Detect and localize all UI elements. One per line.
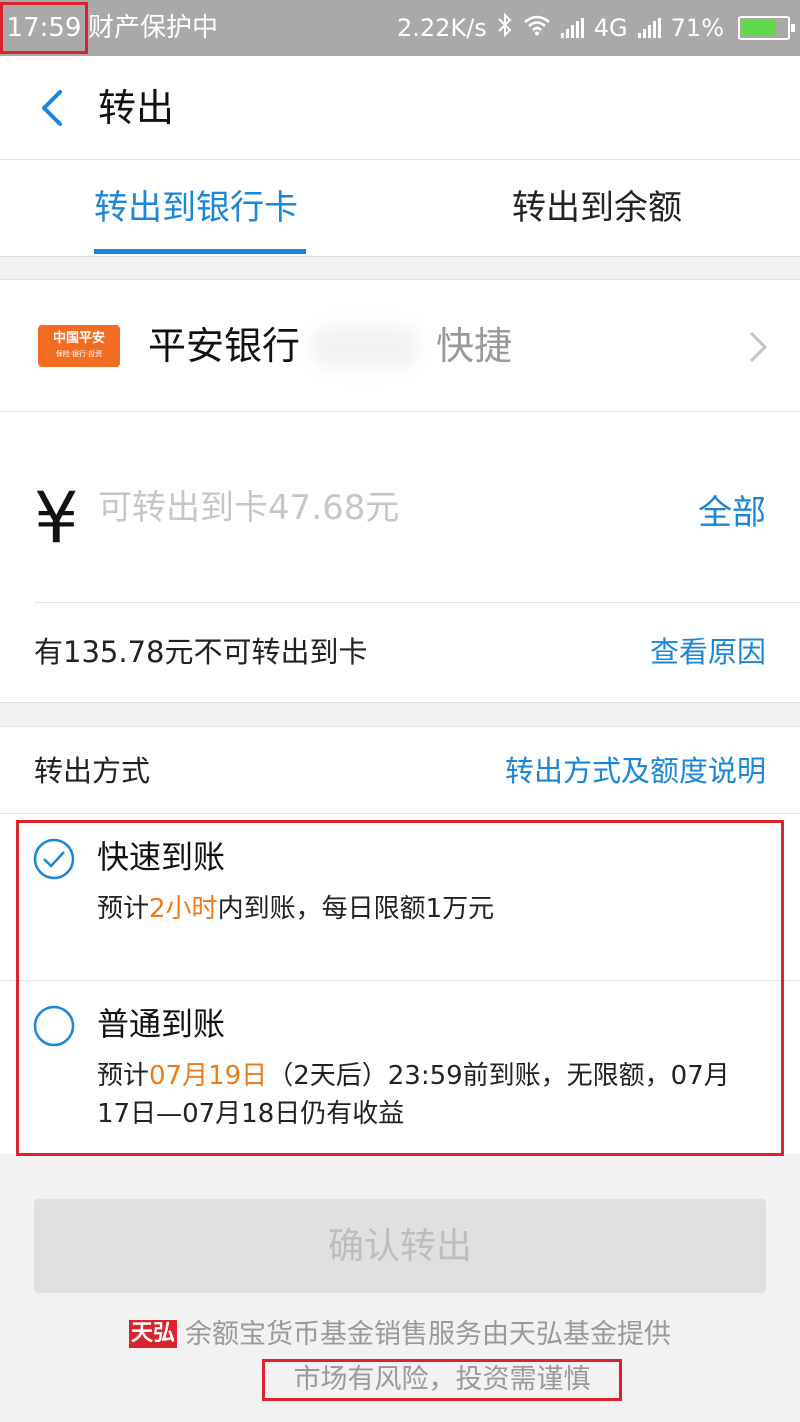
signal-icon: [560, 18, 584, 38]
page-title: 转出: [98, 86, 175, 130]
fund-disclaimer: 天弘 余额宝货币基金销售服务由天弘基金提供: [0, 1315, 800, 1355]
status-time: 17:59: [0, 2, 88, 54]
nav-header: 转出: [0, 56, 800, 160]
active-tab-indicator: [94, 249, 306, 254]
chevron-right-icon: [749, 331, 768, 363]
option-description: 预计2小时内到账，每日限额1万元: [97, 894, 495, 924]
tab-to-bank-card[interactable]: 转出到银行卡: [94, 160, 298, 257]
fund-service-text: 余额宝货币基金销售服务由天弘基金提供: [185, 1319, 671, 1350]
bank-card-type: 快捷: [436, 324, 513, 368]
transfer-method-label: 转出方式: [34, 754, 151, 788]
checked-circle-icon[interactable]: [33, 838, 75, 880]
wifi-icon: [523, 14, 551, 42]
arrival-date-highlight: 07月19日: [149, 1061, 268, 1091]
amount-section: ¥ 全部 有135.78元不可转出到卡 查看原因: [0, 412, 800, 703]
option-title: 普通到账: [97, 1005, 226, 1043]
tab-to-balance[interactable]: 转出到余额: [512, 160, 682, 257]
risk-warning: 市场有风险，投资需谨慎: [262, 1359, 622, 1401]
option-title: 快速到账: [97, 838, 226, 876]
confirm-transfer-button[interactable]: 确认转出: [34, 1199, 766, 1293]
option-description: 预计07月19日（2天后）23:59前到账，无限额，07月17日—07月18日仍…: [97, 1061, 730, 1129]
ping-an-logo: 中国平安 保险·银行·投资: [38, 325, 120, 367]
yen-symbol: ¥: [34, 477, 79, 559]
transfer-method-header: 转出方式 转出方式及额度说明: [0, 726, 800, 814]
signal-icon-2: [637, 18, 661, 38]
bluetooth-icon: [497, 12, 513, 44]
unchecked-circle-icon[interactable]: [33, 1005, 75, 1047]
battery-percent: 71%: [670, 14, 724, 42]
battery-icon: [738, 16, 795, 40]
tianhong-logo: 天弘: [128, 1320, 177, 1348]
status-notice: 财产保护中: [88, 13, 219, 43]
tab-bar: 转出到银行卡 转出到余额: [0, 160, 800, 257]
bank-name: 平安银行: [148, 324, 301, 368]
arrival-time-highlight: 2小时: [149, 894, 218, 924]
network-type: 4G: [593, 14, 628, 42]
option-normal-arrival[interactable]: 普通到账 预计07月19日（2天后）23:59前到账，无限额，07月17日—07…: [0, 980, 800, 1154]
bank-card-selector[interactable]: 中国平安 保险·银行·投资 平安银行 快捷: [0, 279, 800, 412]
chevron-left-icon: [42, 90, 62, 126]
back-button[interactable]: [34, 86, 74, 130]
view-reason-link[interactable]: 查看原因: [650, 602, 766, 702]
option-fast-arrival[interactable]: 快速到账 预计2小时内到账，每日限额1万元: [0, 814, 800, 980]
unavailable-amount-text: 有135.78元不可转出到卡: [34, 635, 368, 669]
masked-card-number: [310, 325, 420, 369]
status-bar: 17:59 财产保护中 2.22K/s 4G 71%: [0, 0, 800, 56]
network-speed: 2.22K/s: [397, 14, 487, 42]
method-limit-info-link[interactable]: 转出方式及额度说明: [505, 727, 766, 815]
amount-input[interactable]: [98, 484, 638, 532]
status-indicators: 2.22K/s 4G 71%: [397, 0, 795, 56]
transfer-all-link[interactable]: 全部: [698, 485, 766, 534]
